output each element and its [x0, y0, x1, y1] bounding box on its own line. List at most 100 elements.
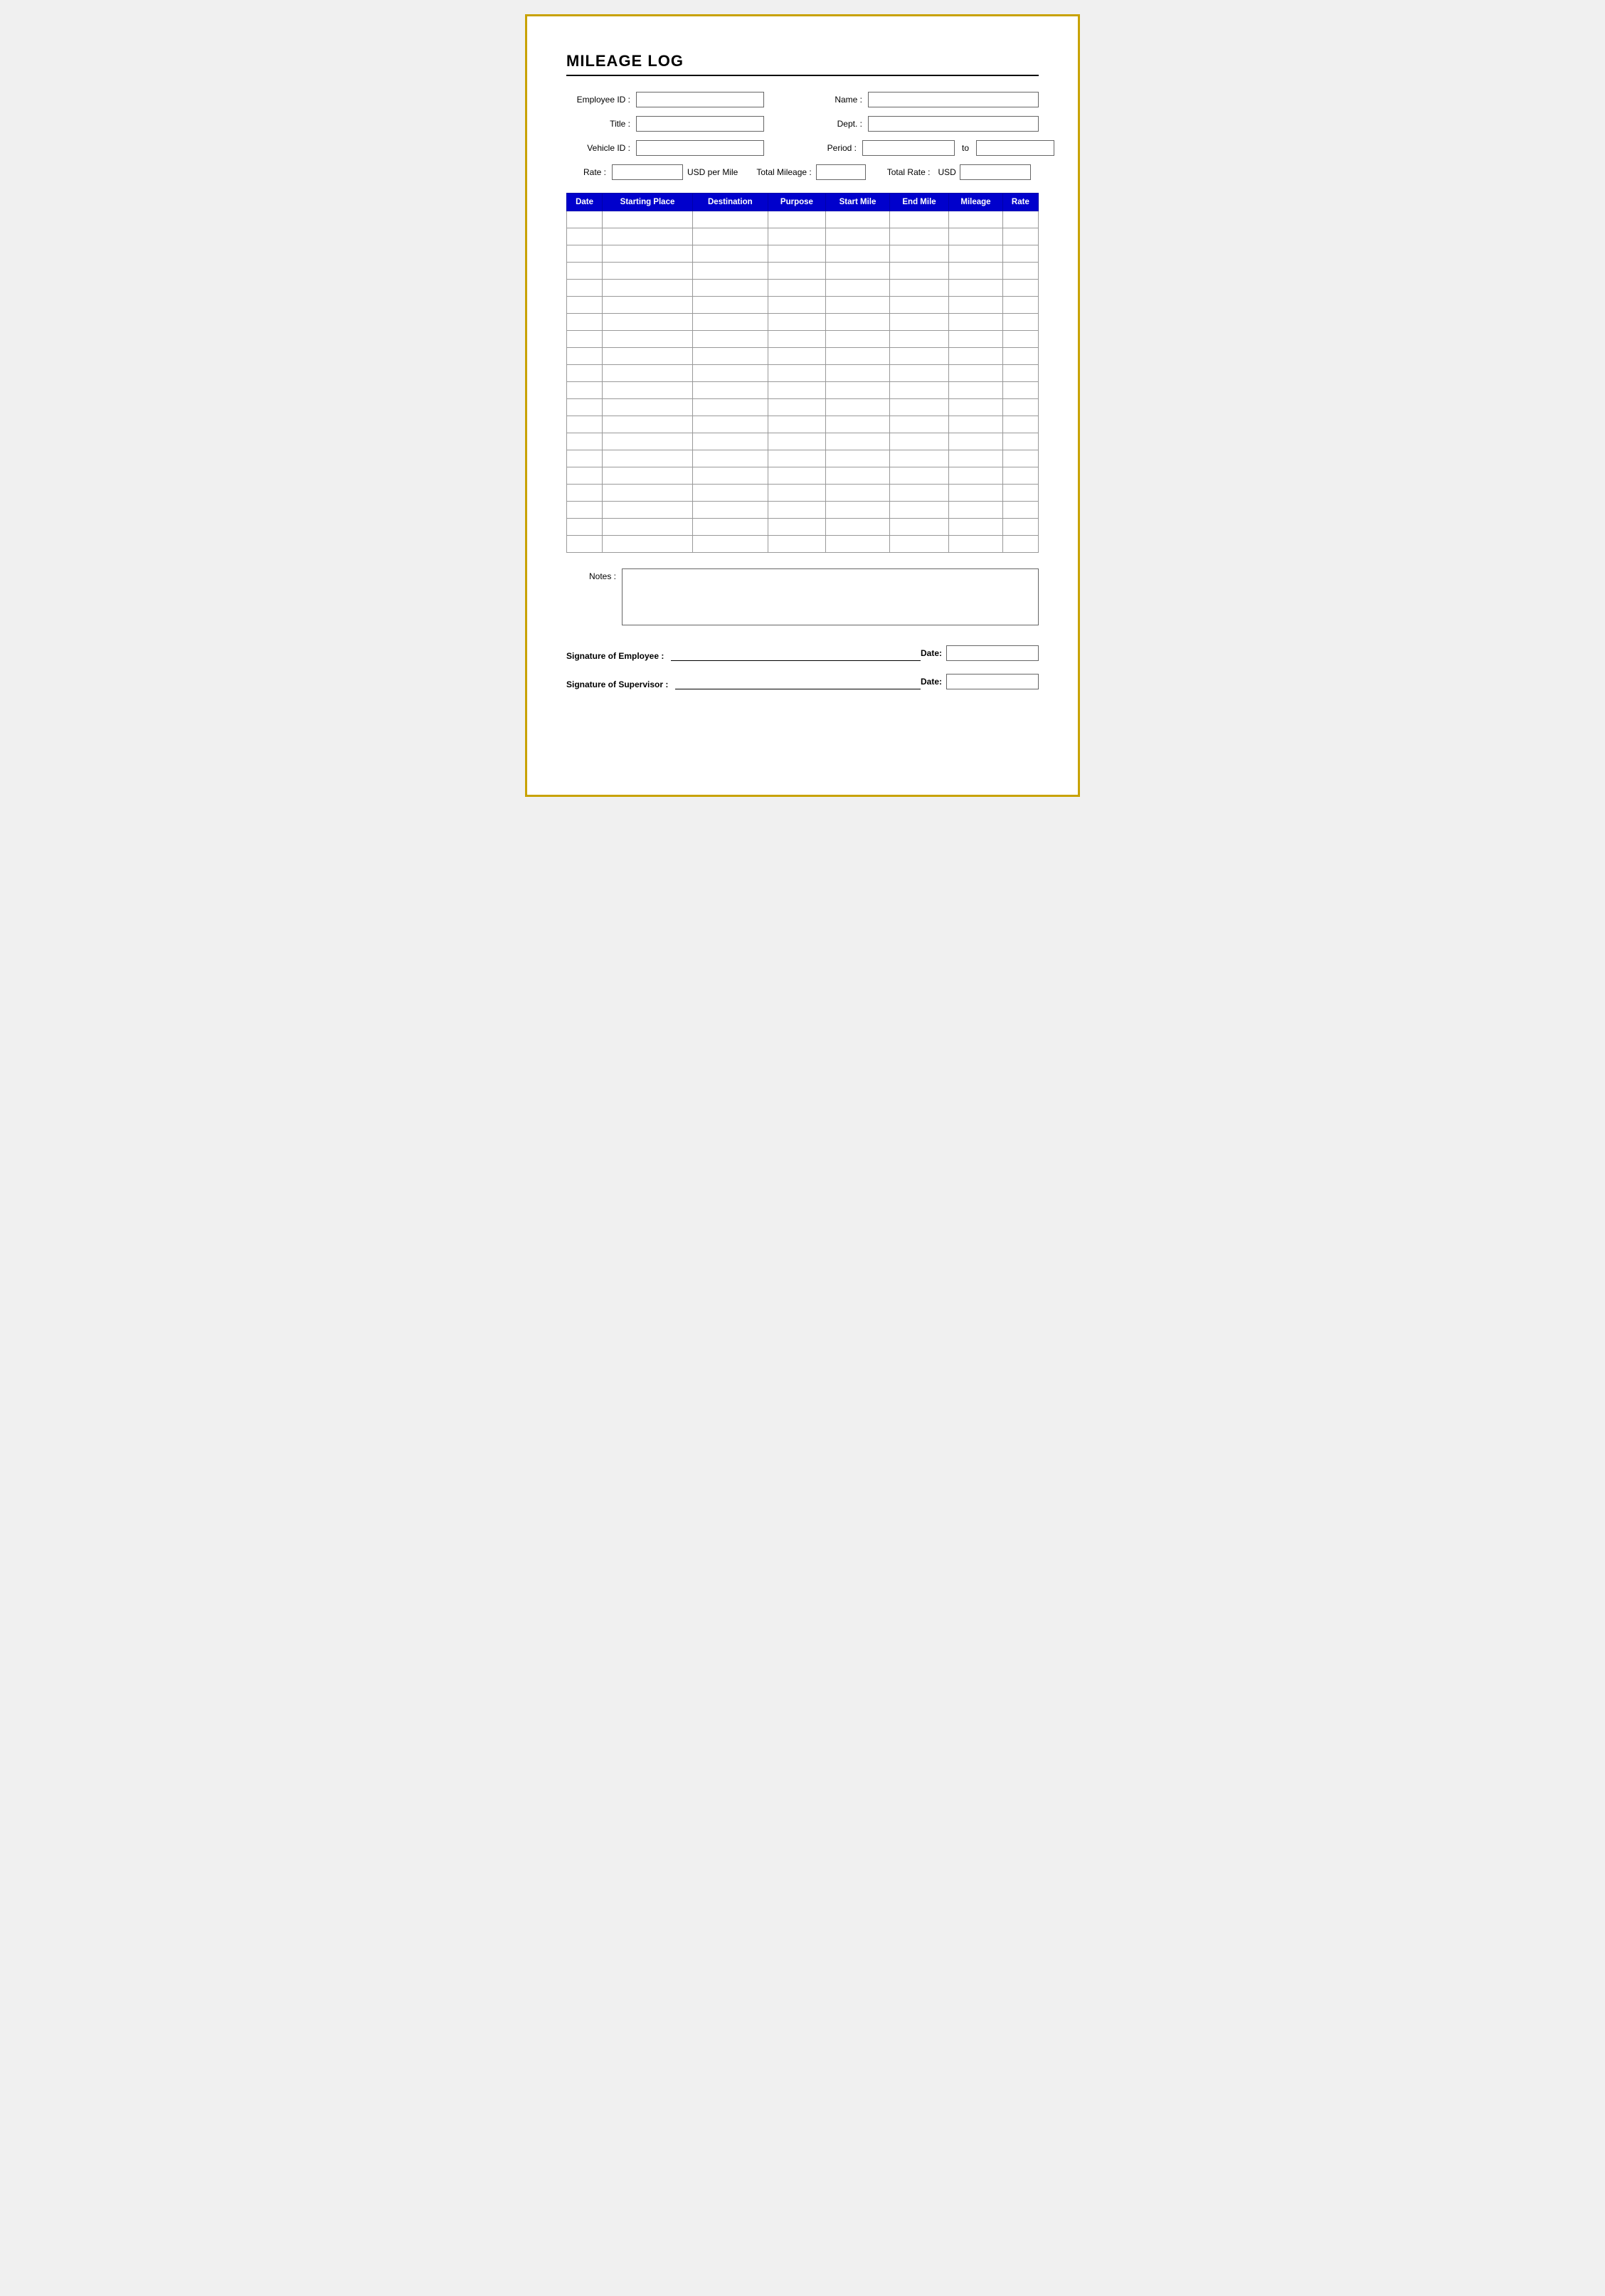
- table-cell: [603, 245, 693, 263]
- table-cell: [949, 314, 1003, 331]
- table-cell: [567, 536, 603, 553]
- notes-textarea[interactable]: [622, 568, 1039, 625]
- rate-input[interactable]: [612, 164, 683, 180]
- table-cell: [949, 467, 1003, 485]
- table-cell: [889, 211, 948, 228]
- table-cell: [1002, 365, 1038, 382]
- table-cell: [826, 502, 890, 519]
- table-row: [567, 536, 1039, 553]
- table-cell: [567, 228, 603, 245]
- usd-label: USD: [938, 167, 955, 177]
- table-cell: [603, 502, 693, 519]
- name-input[interactable]: [868, 92, 1039, 107]
- title-input[interactable]: [636, 116, 764, 132]
- table-cell: [889, 348, 948, 365]
- mileage-log-page: MILEAGE LOG Employee ID : Name : Title :…: [525, 14, 1080, 797]
- table-cell: [1002, 502, 1038, 519]
- table-cell: [1002, 280, 1038, 297]
- supervisor-sig-label: Signature of Supervisor :: [566, 679, 668, 689]
- table-cell: [889, 467, 948, 485]
- period-label: Period :: [793, 143, 857, 153]
- table-cell: [768, 228, 825, 245]
- table-cell: [768, 263, 825, 280]
- table-cell: [949, 485, 1003, 502]
- table-cell: [1002, 245, 1038, 263]
- period-group: Period : to: [793, 140, 1054, 156]
- table-cell: [826, 382, 890, 399]
- period-start-input[interactable]: [862, 140, 955, 156]
- table-cell: [603, 228, 693, 245]
- table-cell: [889, 297, 948, 314]
- table-row: [567, 399, 1039, 416]
- table-cell: [692, 245, 768, 263]
- table-cell: [1002, 228, 1038, 245]
- table-row: [567, 245, 1039, 263]
- table-cell: [567, 399, 603, 416]
- table-cell: [603, 297, 693, 314]
- table-cell: [826, 450, 890, 467]
- employee-date-label: Date:: [921, 648, 942, 658]
- employee-id-input[interactable]: [636, 92, 764, 107]
- table-cell: [692, 536, 768, 553]
- col-start-mile: Start Mile: [826, 194, 890, 211]
- col-end-mile: End Mile: [889, 194, 948, 211]
- table-cell: [768, 399, 825, 416]
- table-row: [567, 382, 1039, 399]
- col-rate: Rate: [1002, 194, 1038, 211]
- table-cell: [826, 399, 890, 416]
- table-cell: [1002, 331, 1038, 348]
- form-fields: Employee ID : Name : Title : Dept. : Veh…: [566, 92, 1039, 180]
- total-mileage-input[interactable]: [816, 164, 866, 180]
- table-cell: [567, 450, 603, 467]
- table-cell: [949, 348, 1003, 365]
- page-title: MILEAGE LOG: [566, 52, 1039, 70]
- table-cell: [1002, 433, 1038, 450]
- table-row: [567, 519, 1039, 536]
- table-cell: [603, 450, 693, 467]
- table-cell: [949, 297, 1003, 314]
- table-cell: [768, 485, 825, 502]
- dept-input[interactable]: [868, 116, 1039, 132]
- table-cell: [567, 297, 603, 314]
- table-cell: [603, 365, 693, 382]
- table-cell: [1002, 416, 1038, 433]
- table-cell: [826, 314, 890, 331]
- table-cell: [768, 314, 825, 331]
- supervisor-date-input[interactable]: [946, 674, 1039, 689]
- col-date: Date: [567, 194, 603, 211]
- table-cell: [949, 228, 1003, 245]
- table-cell: [768, 297, 825, 314]
- table-cell: [949, 433, 1003, 450]
- period-end-input[interactable]: [976, 140, 1054, 156]
- table-cell: [1002, 399, 1038, 416]
- vehicle-id-input[interactable]: [636, 140, 764, 156]
- total-rate-input[interactable]: [960, 164, 1031, 180]
- table-cell: [1002, 348, 1038, 365]
- table-cell: [889, 536, 948, 553]
- table-cell: [692, 399, 768, 416]
- table-cell: [1002, 382, 1038, 399]
- signature-section: Signature of Employee : Date: Signature …: [566, 645, 1039, 689]
- table-cell: [889, 280, 948, 297]
- table-cell: [692, 314, 768, 331]
- title-label: Title :: [566, 119, 630, 129]
- title-divider: [566, 75, 1039, 76]
- table-cell: [826, 297, 890, 314]
- table-cell: [567, 467, 603, 485]
- table-cell: [889, 382, 948, 399]
- table-cell: [567, 365, 603, 382]
- table-cell: [826, 228, 890, 245]
- table-row: [567, 331, 1039, 348]
- table-cell: [826, 211, 890, 228]
- table-row: [567, 297, 1039, 314]
- table-cell: [949, 502, 1003, 519]
- table-cell: [603, 211, 693, 228]
- table-cell: [949, 280, 1003, 297]
- table-cell: [889, 450, 948, 467]
- employee-id-group: Employee ID :: [566, 92, 770, 107]
- employee-date-input[interactable]: [946, 645, 1039, 661]
- table-cell: [567, 280, 603, 297]
- employee-date-group: Date:: [921, 645, 1039, 661]
- col-starting-place: Starting Place: [603, 194, 693, 211]
- table-cell: [1002, 211, 1038, 228]
